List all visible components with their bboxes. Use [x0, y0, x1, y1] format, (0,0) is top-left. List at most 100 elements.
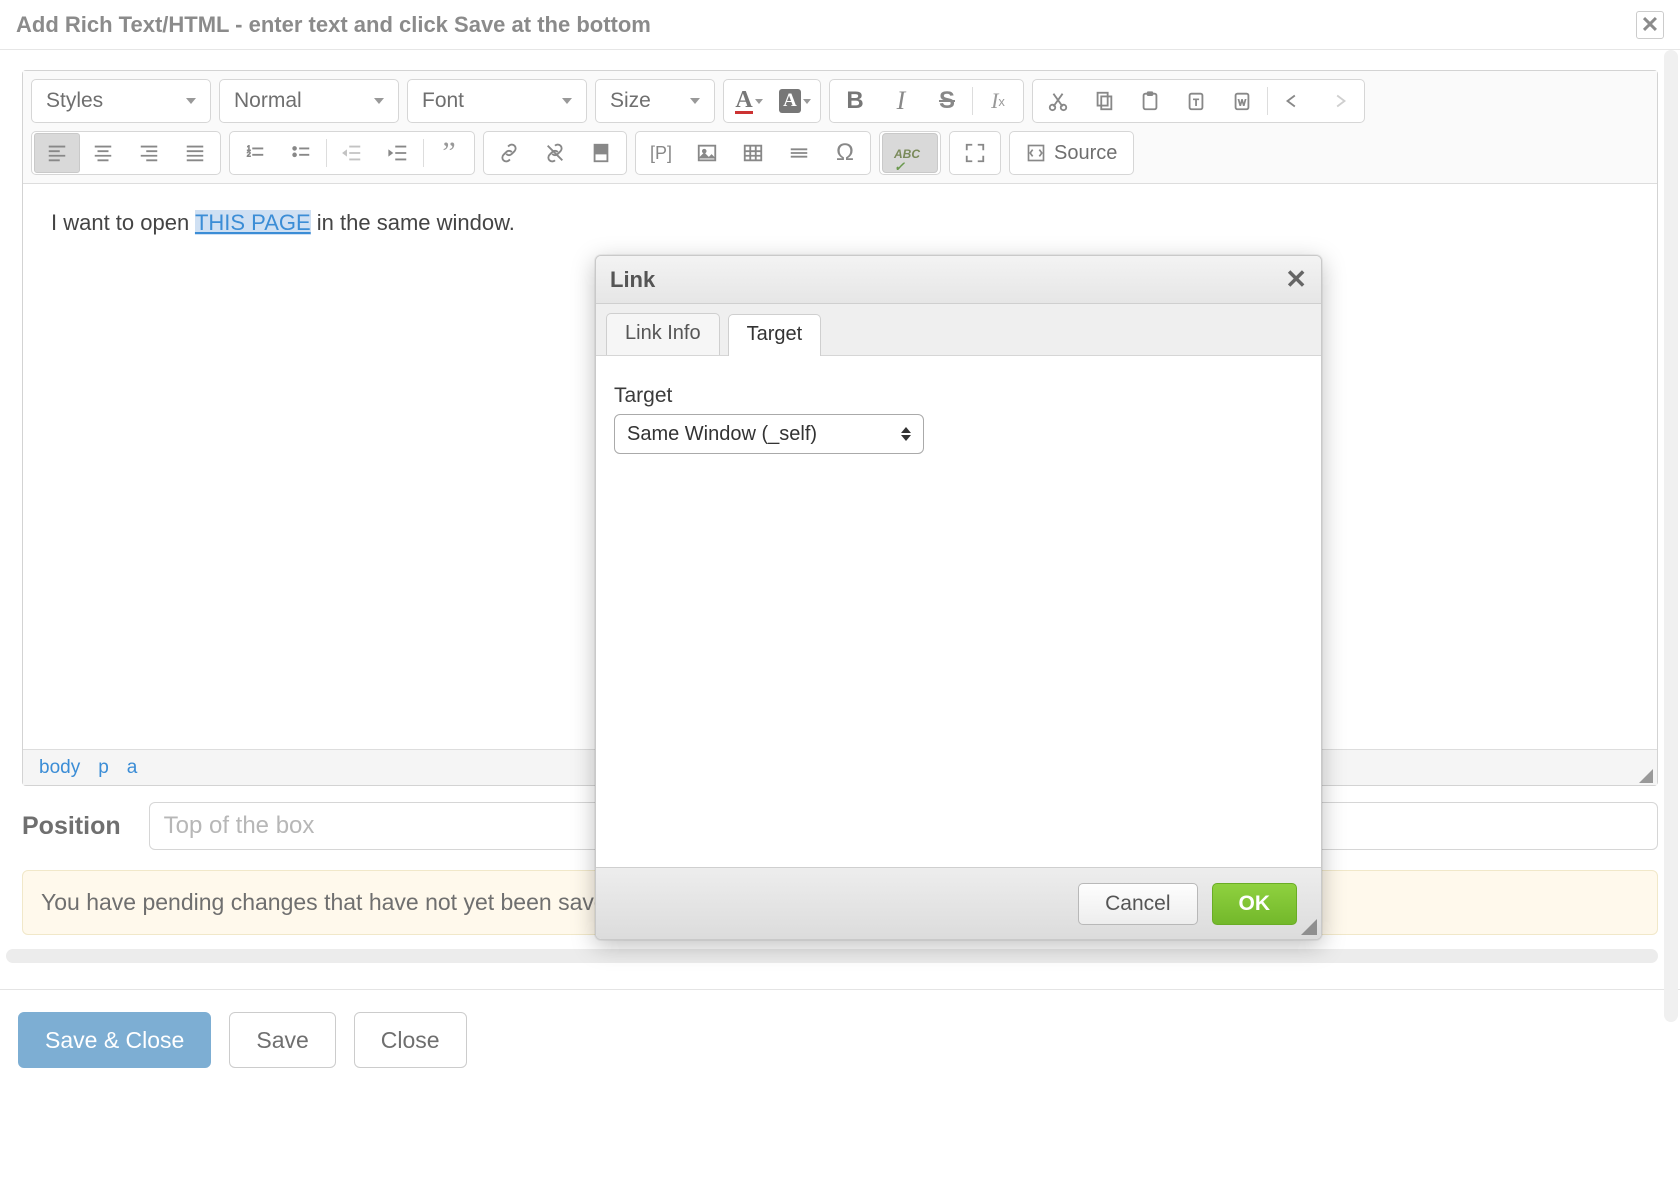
- dialog-body: Target Same Window (_self): [596, 356, 1321, 867]
- combo-font-group: Font: [407, 79, 587, 123]
- align-center-button[interactable]: [80, 133, 126, 173]
- dialog-title: Link: [610, 267, 655, 293]
- svg-text:T: T: [1193, 98, 1199, 108]
- image-button[interactable]: [684, 133, 730, 173]
- toolbar-separator: [326, 139, 327, 167]
- group-color: A A: [723, 79, 821, 123]
- anchor-button[interactable]: [578, 133, 624, 173]
- outdent-button[interactable]: [329, 133, 375, 173]
- svg-text:W: W: [1238, 99, 1246, 108]
- path-body[interactable]: body: [39, 757, 80, 779]
- group-insert: [P] Ω: [635, 131, 871, 175]
- bg-color-button[interactable]: A: [772, 81, 818, 121]
- path-a[interactable]: a: [127, 757, 138, 779]
- copy-button[interactable]: [1081, 81, 1127, 121]
- close-label: Close: [381, 1027, 440, 1054]
- spellcheck-button[interactable]: ABC ✓: [882, 133, 938, 173]
- target-select[interactable]: Same Window (_self): [614, 414, 924, 454]
- path-p[interactable]: p: [98, 757, 109, 779]
- bold-button[interactable]: B: [832, 81, 878, 121]
- toolbar-separator: [1267, 87, 1268, 115]
- window-close-button[interactable]: ✕: [1636, 11, 1664, 39]
- redo-button[interactable]: [1316, 81, 1362, 121]
- position-label: Position: [22, 812, 121, 841]
- combo-format-label: Normal: [234, 89, 302, 113]
- group-align: [31, 131, 221, 175]
- paste-word-button[interactable]: W: [1219, 81, 1265, 121]
- unlink-button[interactable]: [532, 133, 578, 173]
- dialog-resize-handle[interactable]: [1301, 919, 1317, 935]
- italic-button[interactable]: I: [878, 81, 924, 121]
- combo-styles-group: Styles: [31, 79, 211, 123]
- dialog-footer: Cancel OK: [596, 867, 1321, 939]
- save-close-button[interactable]: Save & Close: [18, 1012, 211, 1068]
- align-right-button[interactable]: [126, 133, 172, 173]
- dialog-titlebar[interactable]: Link ✕: [596, 256, 1321, 304]
- caret-icon: [186, 98, 196, 104]
- group-spell: ABC ✓: [879, 131, 941, 175]
- horizontal-scrollbar[interactable]: [6, 949, 1658, 963]
- pagebreak-button[interactable]: [P]: [638, 133, 684, 173]
- caret-icon: [562, 98, 572, 104]
- paste-text-button[interactable]: T: [1173, 81, 1219, 121]
- undo-button[interactable]: [1270, 81, 1316, 121]
- content-pre: I want to open: [51, 210, 195, 235]
- strike-button[interactable]: S: [924, 81, 970, 121]
- source-button[interactable]: Source: [1012, 133, 1131, 173]
- combo-size[interactable]: Size: [598, 82, 712, 120]
- paste-button[interactable]: [1127, 81, 1173, 121]
- align-justify-button[interactable]: [172, 133, 218, 173]
- cut-button[interactable]: [1035, 81, 1081, 121]
- warning-text: You have pending changes that have not y…: [41, 889, 626, 915]
- ck-toolbar: Styles Normal Font Size: [23, 71, 1657, 184]
- group-links: [483, 131, 627, 175]
- tab-target-label: Target: [747, 323, 803, 345]
- blockquote-button[interactable]: ”: [426, 133, 472, 173]
- window-header: Add Rich Text/HTML - enter text and clic…: [0, 0, 1680, 50]
- caret-icon: [690, 98, 700, 104]
- tab-link-info-label: Link Info: [625, 322, 701, 344]
- dialog-close-button[interactable]: ✕: [1285, 264, 1307, 295]
- position-value: Top of the box: [164, 812, 315, 840]
- maximize-button[interactable]: [952, 133, 998, 173]
- special-char-button[interactable]: Ω: [822, 133, 868, 173]
- content-post: in the same window.: [311, 210, 515, 235]
- window-title: Add Rich Text/HTML - enter text and clic…: [16, 12, 651, 38]
- combo-format[interactable]: Normal: [222, 82, 396, 120]
- combo-styles[interactable]: Styles: [34, 82, 208, 120]
- numbered-list-button[interactable]: 12: [232, 133, 278, 173]
- content-link[interactable]: THIS PAGE: [195, 210, 311, 235]
- vertical-scrollbar[interactable]: [1664, 50, 1678, 1022]
- combo-font[interactable]: Font: [410, 82, 584, 120]
- save-button[interactable]: Save: [229, 1012, 335, 1068]
- link-dialog: Link ✕ Link Info Target Target Same Wind…: [595, 255, 1322, 940]
- dialog-ok-button[interactable]: OK: [1212, 883, 1298, 925]
- align-left-button[interactable]: [34, 133, 80, 173]
- toolbar-separator: [423, 139, 424, 167]
- toolbar-separator: [972, 87, 973, 115]
- select-arrows-icon: [901, 427, 911, 441]
- editor-resize-handle[interactable]: [1639, 769, 1653, 783]
- dialog-cancel-button[interactable]: Cancel: [1078, 883, 1197, 925]
- link-button[interactable]: [486, 133, 532, 173]
- combo-font-label: Font: [422, 89, 464, 113]
- combo-size-label: Size: [610, 89, 651, 113]
- tab-link-info[interactable]: Link Info: [606, 313, 720, 355]
- target-label: Target: [614, 384, 1303, 408]
- remove-format-button[interactable]: Ix: [975, 81, 1021, 121]
- table-button[interactable]: [730, 133, 776, 173]
- close-button[interactable]: Close: [354, 1012, 467, 1068]
- indent-button[interactable]: [375, 133, 421, 173]
- horizontal-rule-button[interactable]: [776, 133, 822, 173]
- combo-format-group: Normal: [219, 79, 399, 123]
- svg-text:2: 2: [247, 150, 251, 159]
- text-color-button[interactable]: A: [726, 81, 772, 121]
- tab-target[interactable]: Target: [728, 314, 822, 356]
- combo-styles-label: Styles: [46, 89, 103, 113]
- footer: Save & Close Save Close: [0, 990, 1680, 1090]
- group-list: 12 ”: [229, 131, 475, 175]
- bulleted-list-button[interactable]: [278, 133, 324, 173]
- group-basic-styles: B I S Ix: [829, 79, 1024, 123]
- save-label: Save: [256, 1027, 308, 1054]
- dialog-cancel-label: Cancel: [1105, 892, 1170, 916]
